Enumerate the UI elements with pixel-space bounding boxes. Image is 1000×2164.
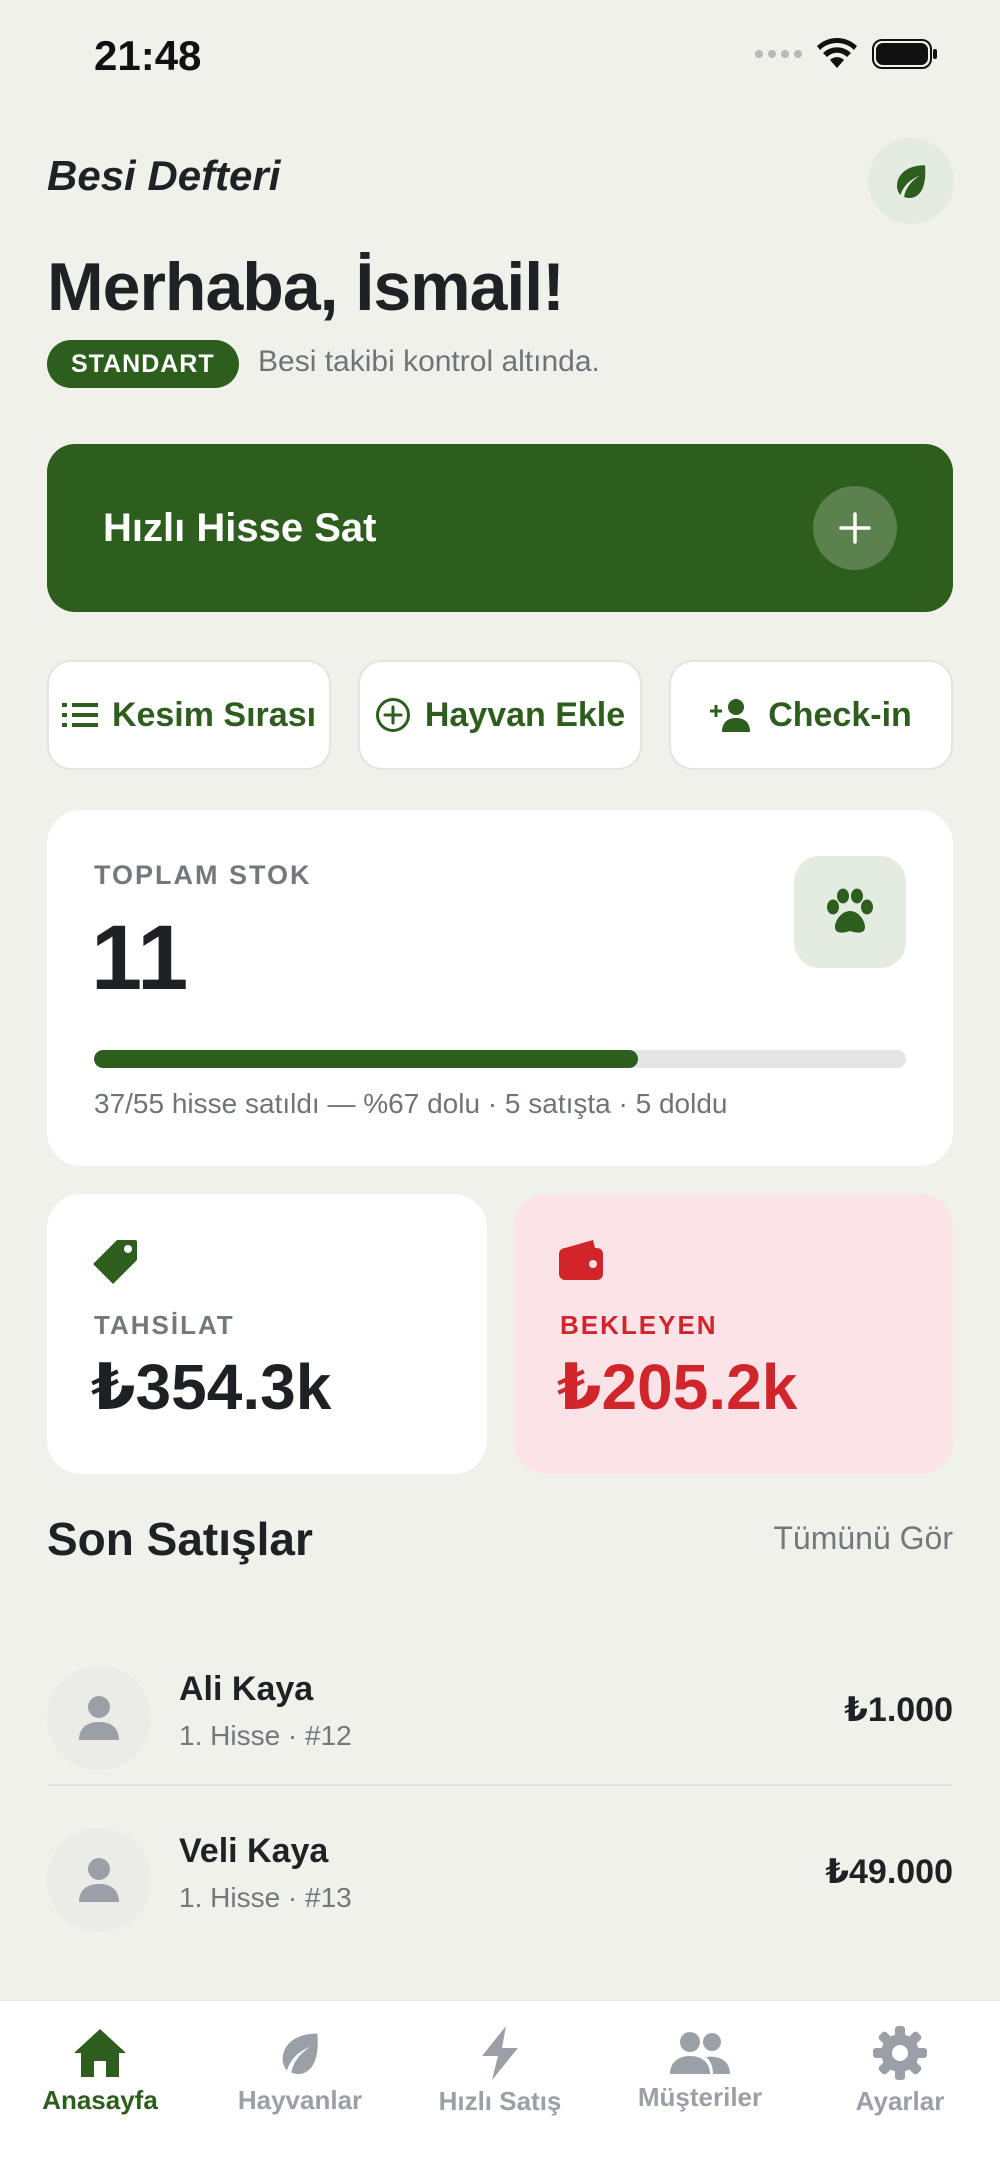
tab-quick-sale[interactable]: Hızlı Satış — [400, 2001, 600, 2141]
tab-animals-label: Hayvanlar — [237, 2084, 363, 2115]
plan-badge: STANDART — [47, 340, 239, 388]
people-icon — [670, 2031, 730, 2074]
sale-row[interactable]: Veli Kaya 1. Hisse · #13 ₺49.000 — [47, 1788, 953, 1948]
app-title: Besi Defteri — [47, 152, 281, 199]
pending-value: ₺205.2k — [557, 1351, 798, 1423]
person-add-icon — [710, 699, 751, 732]
collected-card[interactable]: TAHSİLAT ₺354.3k — [47, 1194, 487, 1474]
check-in-button[interactable]: Check-in — [669, 660, 953, 770]
greeting-title: Merhaba, İsmail! — [47, 249, 565, 325]
pending-label: BEKLEYEN — [560, 1310, 718, 1340]
collected-value: ₺354.3k — [91, 1351, 332, 1423]
person-icon — [79, 1696, 119, 1740]
tab-customers-label: Müşteriler — [637, 2081, 763, 2112]
battery-icon — [872, 39, 937, 69]
total-stock-value: 11 — [91, 907, 189, 1009]
tag-icon — [93, 1240, 137, 1284]
sale-amount: ₺49.000 — [825, 1853, 953, 1891]
sale-amount: ₺1.000 — [844, 1691, 953, 1729]
plus-icon — [813, 486, 897, 570]
see-all-link[interactable]: Tümünü Gör — [773, 1520, 953, 1557]
status-time: 21:48 — [94, 32, 202, 79]
status-icons — [755, 38, 938, 70]
plus-circle-icon — [375, 698, 410, 732]
avatar — [47, 1828, 151, 1932]
sale-row[interactable]: Ali Kaya 1. Hisse · #12 ₺1.000 — [47, 1626, 953, 1786]
add-animal-button[interactable]: Hayvan Ekle — [358, 660, 642, 770]
tab-home[interactable]: Anasayfa — [0, 2001, 200, 2141]
total-stock-card[interactable]: TOPLAM STOK 11 37/55 hisse satıldı — %67… — [47, 810, 953, 1166]
tab-settings-label: Ayarlar — [855, 2085, 945, 2116]
wallet-icon — [559, 1240, 603, 1280]
status-bar: 21:48 — [0, 0, 1000, 120]
add-animal-label: Hayvan Ekle — [424, 695, 626, 734]
sale-customer-name: Veli Kaya — [179, 1832, 329, 1870]
wifi-icon — [817, 38, 857, 68]
stock-progress-fill — [94, 1050, 639, 1068]
tab-customers[interactable]: Müşteriler — [600, 2001, 800, 2141]
tab-home-label: Anasayfa — [42, 2084, 158, 2115]
slaughter-queue-label: Kesim Sırası — [111, 695, 317, 734]
profile-leaf-button[interactable] — [868, 138, 954, 224]
person-icon — [79, 1858, 119, 1902]
greeting-subtitle: Besi takibi kontrol altında. — [258, 345, 600, 378]
total-stock-label: TOPLAM STOK — [94, 860, 312, 890]
collected-label: TAHSİLAT — [94, 1310, 235, 1340]
recent-sales-title: Son Satışlar — [47, 1513, 313, 1565]
sale-share-detail: 1. Hisse · #12 — [179, 1720, 352, 1751]
tab-settings[interactable]: Ayarlar — [800, 2001, 1000, 2141]
gear-icon — [873, 2025, 927, 2080]
tab-quick-sale-label: Hızlı Satış — [438, 2085, 562, 2116]
avatar — [47, 1666, 151, 1770]
bolt-icon — [482, 2025, 518, 2080]
leaf-icon — [282, 2033, 318, 2074]
stock-progress-bar — [94, 1050, 906, 1068]
cellular-signal-icon — [755, 50, 802, 58]
pending-card[interactable]: BEKLEYEN ₺205.2k — [513, 1194, 953, 1474]
sale-share-detail: 1. Hisse · #13 — [179, 1882, 352, 1913]
quick-share-sell-label: Hızlı Hisse Sat — [103, 505, 377, 550]
slaughter-queue-button[interactable]: Kesim Sırası — [47, 660, 331, 770]
tab-animals[interactable]: Hayvanlar — [200, 2001, 400, 2141]
leaf-icon — [897, 165, 926, 198]
paw-icon — [794, 856, 906, 968]
bottom-tab-bar: Anasayfa Hayvanlar Hızlı Satış Müşterile… — [0, 2000, 1000, 2164]
stock-progress-summary: 37/55 hisse satıldı — %67 dolu · 5 satış… — [94, 1088, 728, 1119]
sale-customer-name: Ali Kaya — [179, 1670, 314, 1708]
list-icon — [61, 703, 98, 727]
quick-share-sell-button[interactable]: Hızlı Hisse Sat — [47, 444, 953, 612]
home-icon — [74, 2028, 126, 2077]
check-in-label: Check-in — [768, 695, 912, 734]
